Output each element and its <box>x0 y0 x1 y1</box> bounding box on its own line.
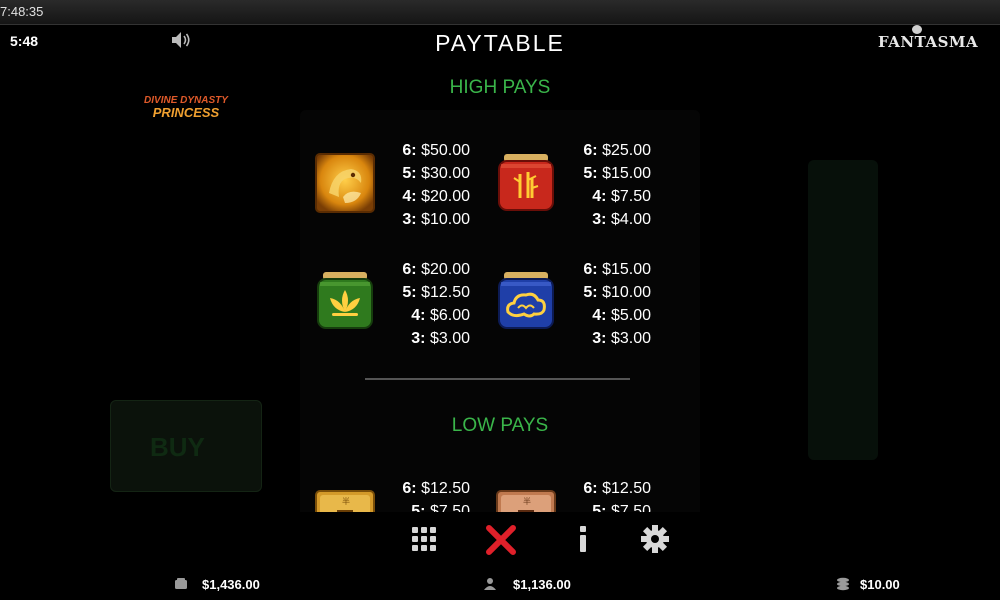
pay-row: 5: $30.00 <box>402 165 470 182</box>
pay-row: 4: $20.00 <box>402 188 470 205</box>
info-button[interactable] <box>567 522 599 556</box>
pay-row: 3: $3.00 <box>411 330 470 347</box>
settings-button[interactable] <box>639 522 671 556</box>
pay-row: 5: $10.00 <box>583 284 651 301</box>
pay-row: 6: $12.50 <box>583 480 651 497</box>
pay-row: 6: $12.50 <box>402 480 470 497</box>
wallet-icon <box>174 577 188 591</box>
pay-row: 6: $50.00 <box>402 142 470 159</box>
pay-list-golden-fish: 6: $50.00 5: $30.00 4: $20.00 3: $10.00 <box>390 139 470 231</box>
page-title: PAYTABLE <box>435 30 565 56</box>
green-lotus-jar-icon <box>315 270 375 330</box>
pay-row: 5: $15.00 <box>583 165 651 182</box>
high-pays-heading: HIGH PAYS <box>449 77 551 98</box>
coins-icon <box>836 577 850 591</box>
menu-grid-button[interactable] <box>409 522 441 556</box>
game-logo-line2: PRINCESS <box>152 105 220 120</box>
win-icon <box>483 577 497 591</box>
svg-text:半: 半 <box>523 496 531 506</box>
close-button[interactable] <box>485 522 517 556</box>
pay-row: 4: $6.00 <box>411 307 470 324</box>
section-divider <box>365 378 630 380</box>
balance-value: $1,436.00 <box>202 577 260 592</box>
pay-row: 3: $4.00 <box>592 211 651 228</box>
pay-row: 6: $25.00 <box>583 142 651 159</box>
system-clock: 7:48:35 <box>0 4 44 19</box>
pay-list-red-bamboo-jar: 6: $25.00 5: $15.00 4: $7.50 3: $4.00 <box>571 139 651 231</box>
svg-text:半: 半 <box>342 496 350 506</box>
red-bamboo-jar-icon <box>496 152 556 212</box>
grid-icon <box>412 527 436 551</box>
brand-logo: FANTASMA <box>878 33 979 51</box>
low-pays-heading: LOW PAYS <box>451 415 549 436</box>
info-icon <box>580 526 586 552</box>
system-bar: 7:48:35 <box>0 0 1000 25</box>
win-value: $1,136.00 <box>513 577 571 592</box>
pay-row: 4: $5.00 <box>592 307 651 324</box>
pay-row: 4: $7.50 <box>592 188 651 205</box>
pay-list-blue-cloud-jar: 6: $15.00 5: $10.00 4: $5.00 3: $3.00 <box>571 258 651 350</box>
pay-row: 5: $12.50 <box>402 284 470 301</box>
pay-row: 3: $10.00 <box>402 211 470 228</box>
pay-row: 6: $20.00 <box>402 261 470 278</box>
golden-fish-icon <box>315 153 375 213</box>
gear-icon <box>641 525 669 553</box>
bet-value[interactable]: $10.00 <box>860 577 900 592</box>
close-icon <box>486 525 516 555</box>
pay-row: 6: $15.00 <box>583 261 651 278</box>
pay-row: 3: $3.00 <box>592 330 651 347</box>
pay-list-green-lotus-jar: 6: $20.00 5: $12.50 4: $6.00 3: $3.00 <box>390 258 470 350</box>
blue-cloud-jar-icon <box>496 270 556 330</box>
